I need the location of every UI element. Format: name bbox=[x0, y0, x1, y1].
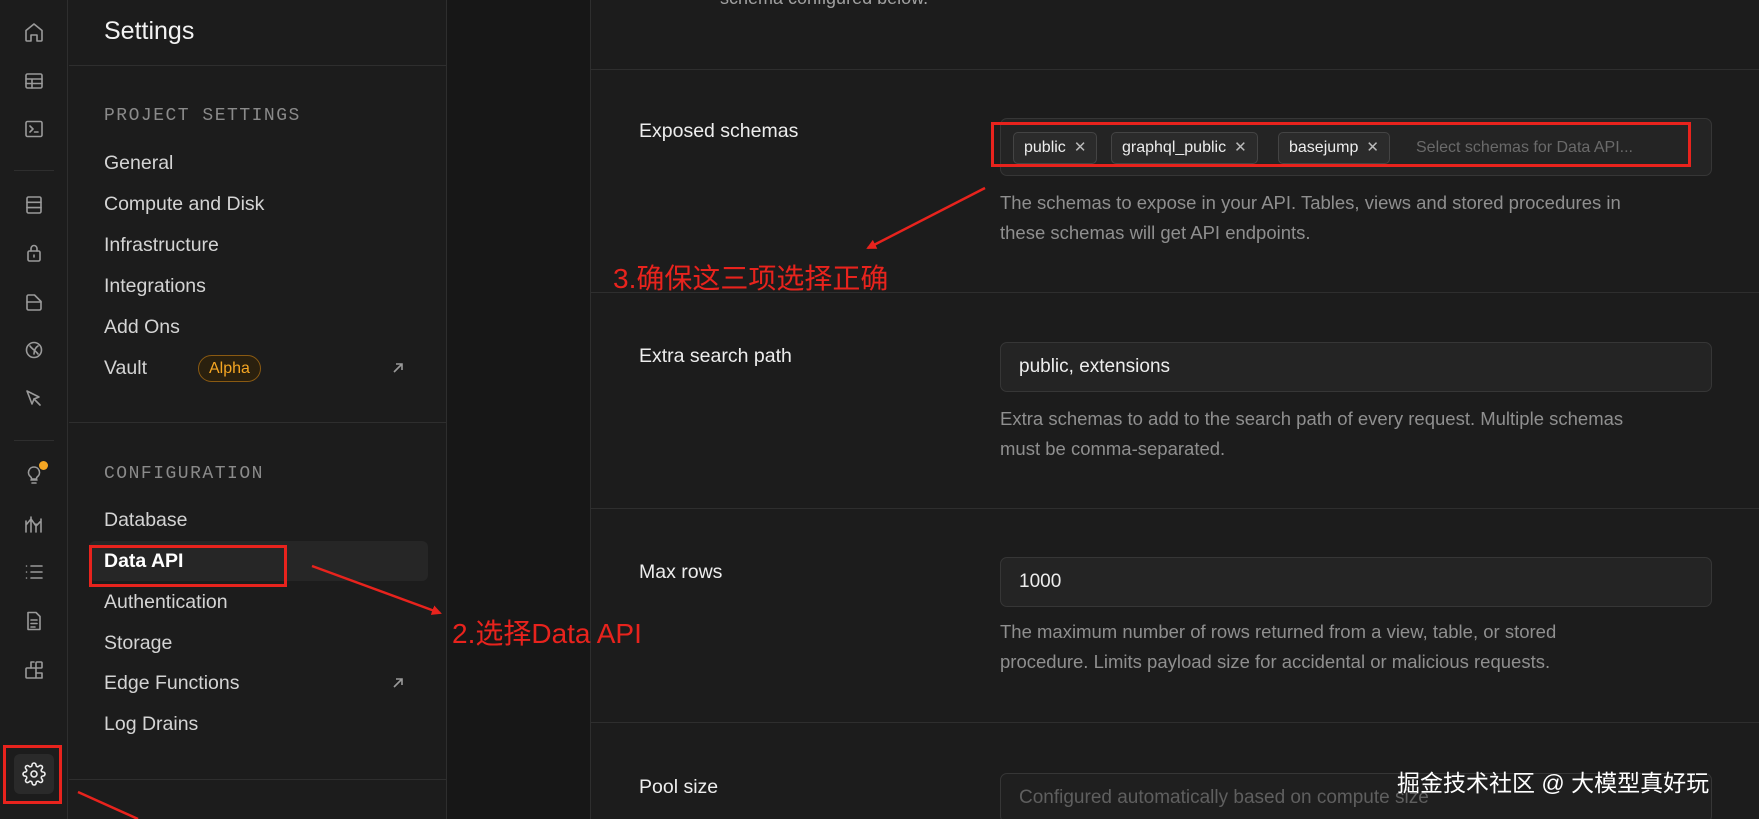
annotation-step3: 3.确保这三项选择正确 bbox=[613, 263, 889, 294]
menu-item-compute-and-disk[interactable]: Compute and Disk bbox=[104, 189, 264, 219]
extra-search-path-help: Extra schemas to add to the search path … bbox=[1000, 408, 1624, 459]
extra-search-path-label: Extra search path bbox=[639, 345, 792, 367]
configuration-heading: CONFIGURATION bbox=[104, 464, 264, 484]
table-editor-icon[interactable] bbox=[14, 61, 54, 101]
api-docs-icon[interactable] bbox=[14, 601, 54, 641]
menu-item-log-drains[interactable]: Log Drains bbox=[104, 709, 198, 739]
icon-rail bbox=[0, 0, 68, 819]
menu-item-vault[interactable]: Vault Alpha bbox=[104, 353, 424, 383]
max-rows-input[interactable]: 1000 bbox=[1000, 557, 1712, 607]
menu-item-database[interactable]: Database bbox=[104, 505, 187, 535]
auth-lock-icon[interactable] bbox=[14, 233, 54, 273]
section-description: schema configured below. bbox=[720, 0, 928, 9]
menu-title: Settings bbox=[69, 0, 446, 66]
pool-size-label: Pool size bbox=[639, 776, 719, 798]
menu-item-add-ons[interactable]: Add Ons bbox=[104, 312, 180, 342]
home-icon[interactable] bbox=[14, 12, 54, 52]
menu-item-general[interactable]: General bbox=[104, 148, 173, 178]
notification-dot bbox=[39, 461, 48, 470]
logs-list-icon[interactable] bbox=[14, 552, 54, 592]
annotation-step2: 2.选择Data API bbox=[452, 618, 642, 649]
settings-menu: Settings PROJECT SETTINGS General Comput… bbox=[69, 0, 447, 819]
project-settings-heading: PROJECT SETTINGS bbox=[104, 106, 301, 126]
menu-item-vault-label: Vault bbox=[104, 357, 147, 379]
annotation-box-exposed-schemas bbox=[991, 122, 1691, 167]
extra-search-path-input[interactable]: public, extensions bbox=[1000, 342, 1712, 392]
storage-icon[interactable] bbox=[14, 282, 54, 322]
background-gap bbox=[447, 0, 590, 819]
menu-item-authentication[interactable]: Authentication bbox=[104, 587, 228, 617]
external-link-icon[interactable] bbox=[389, 674, 407, 692]
watermark: 掘金技术社区 @ 大模型真好玩 bbox=[1397, 770, 1710, 796]
menu-item-infrastructure[interactable]: Infrastructure bbox=[104, 230, 219, 260]
exposed-schemas-help: The schemas to expose in your API. Table… bbox=[1000, 192, 1621, 243]
max-rows-label: Max rows bbox=[639, 561, 723, 583]
max-rows-help: The maximum number of rows returned from… bbox=[1000, 621, 1557, 672]
annotation-box-settings bbox=[3, 745, 62, 804]
menu-item-storage[interactable]: Storage bbox=[104, 628, 172, 658]
sql-editor-icon[interactable] bbox=[14, 109, 54, 149]
integrations-icon[interactable] bbox=[14, 650, 54, 690]
advisors-bulb-icon[interactable] bbox=[14, 455, 54, 495]
external-link-icon[interactable] bbox=[389, 359, 407, 377]
reports-icon[interactable] bbox=[14, 504, 54, 544]
menu-item-integrations[interactable]: Integrations bbox=[104, 271, 206, 301]
exposed-schemas-label: Exposed schemas bbox=[639, 120, 799, 142]
database-icon[interactable] bbox=[14, 185, 54, 225]
menu-item-edge-functions[interactable]: Edge Functions bbox=[104, 668, 240, 698]
annotation-box-data-api bbox=[89, 545, 287, 587]
alpha-badge: Alpha bbox=[198, 355, 261, 382]
realtime-icon[interactable] bbox=[14, 330, 54, 370]
edge-functions-icon[interactable] bbox=[14, 379, 54, 419]
